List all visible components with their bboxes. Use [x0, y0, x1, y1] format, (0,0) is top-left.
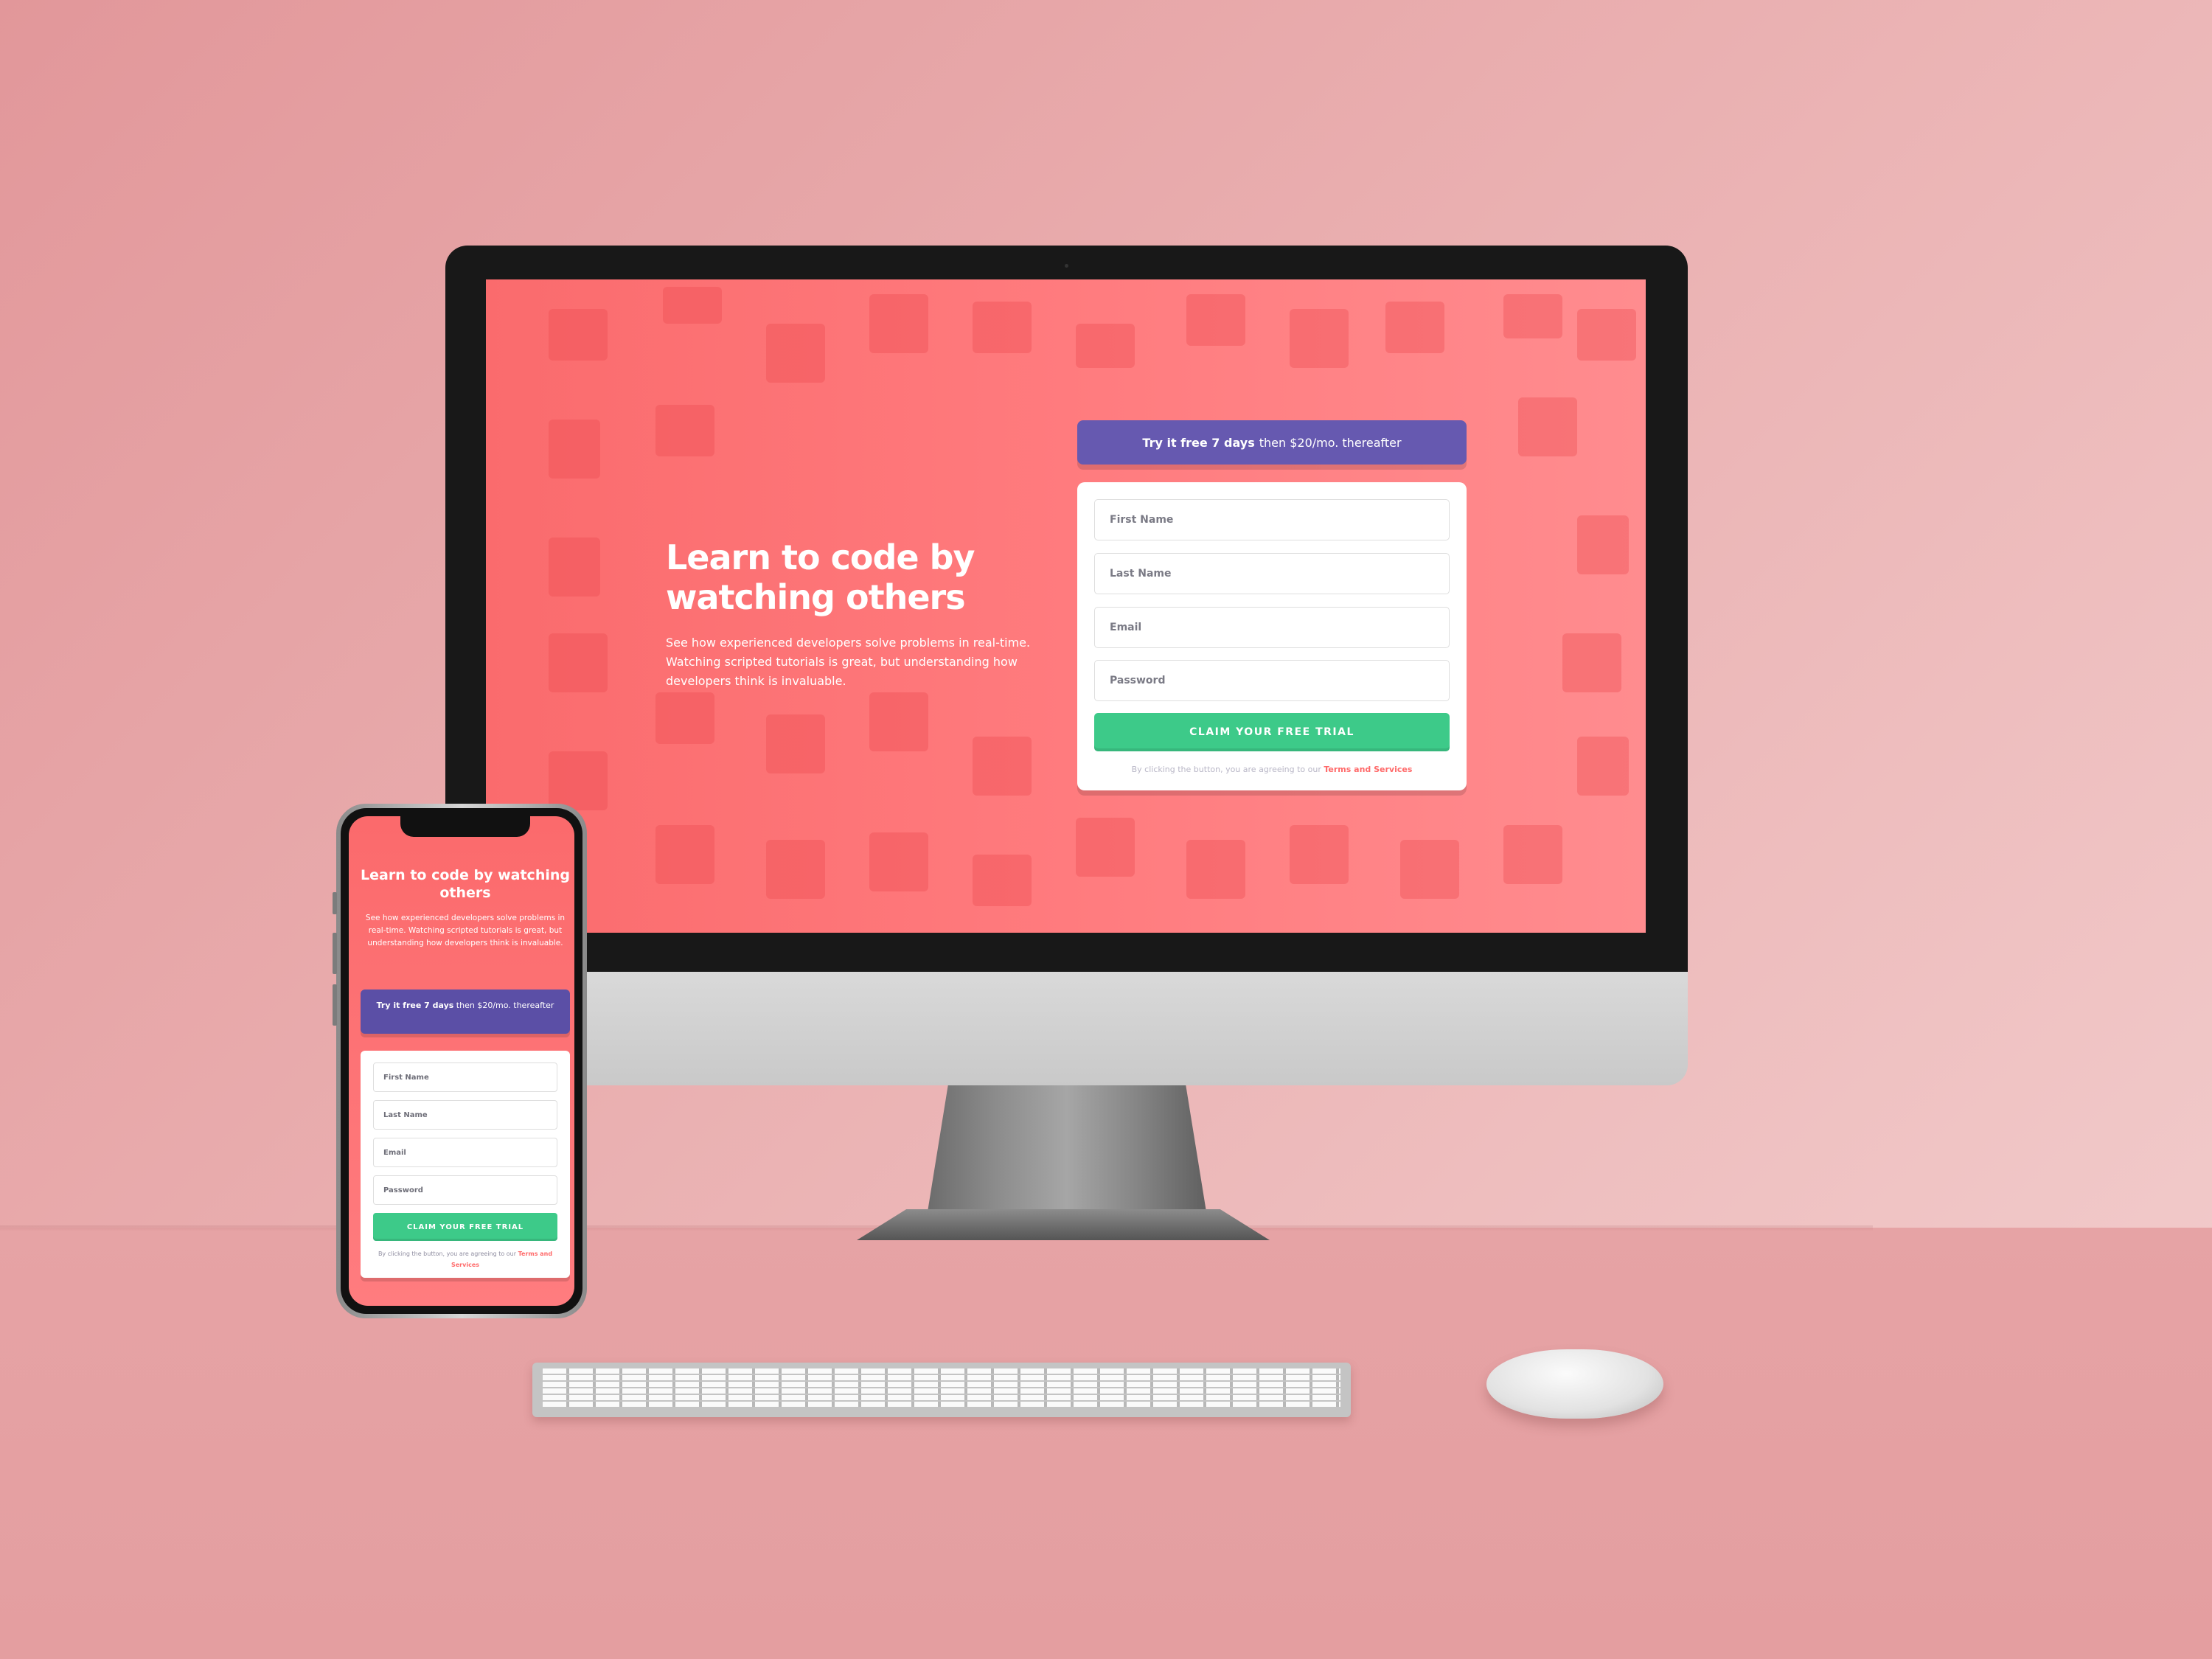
signup-form-card: First Name Last Name Email Password CLAI… [1077, 482, 1467, 790]
trial-promo-banner: Try it free 7 days then $20/mo. thereaft… [1077, 420, 1467, 465]
legal-text: By clicking the button, you are agreeing… [1131, 765, 1321, 774]
last-name-placeholder: Last Name [1110, 568, 1172, 580]
first-name-field[interactable]: First Name [1094, 499, 1450, 540]
terms-link[interactable]: Terms and Services [1324, 765, 1412, 774]
desktop-screen: Learn to code by watching others See how… [486, 279, 1646, 933]
email-placeholder: Email [1110, 622, 1142, 633]
last-name-field[interactable]: Last Name [1094, 553, 1450, 594]
desk-surface [0, 1228, 2212, 1659]
monitor-stand [925, 1085, 1208, 1225]
mobile-promo-bold-text: Try it free 7 days [376, 1001, 454, 1010]
mobile-email-field[interactable]: Email [373, 1138, 557, 1167]
promo-rest-text: then $20/mo. thereafter [1259, 435, 1402, 450]
mobile-screen: Learn to code by watching others See how… [349, 816, 574, 1306]
mobile-legal-notice: By clicking the button, you are agreeing… [375, 1248, 555, 1270]
mobile-signup-form-card: First Name Last Name Email Password CLAI… [361, 1051, 570, 1278]
mobile-hero-description: See how experienced developers solve pro… [365, 914, 566, 947]
hero-title: Learn to code by watching others [666, 538, 975, 617]
mobile-claim-free-trial-button[interactable]: CLAIM YOUR FREE TRIAL [373, 1213, 557, 1241]
mobile-promo-rest-text: then $20/mo. thereafter [456, 1001, 554, 1010]
phone-notch [400, 816, 530, 837]
hero-section: Learn to code by watching others See how… [666, 538, 1064, 691]
monitor-chin [445, 972, 1688, 1085]
phone-volume-down [333, 984, 337, 1026]
keyboard-icon [532, 1363, 1351, 1417]
password-field[interactable]: Password [1094, 660, 1450, 701]
camera-icon [1065, 264, 1068, 268]
phone-volume-up [333, 933, 337, 974]
mobile-password-field[interactable]: Password [373, 1175, 557, 1205]
password-placeholder: Password [1110, 675, 1166, 686]
phone-mute-switch [333, 892, 337, 914]
mobile-first-name-field[interactable]: First Name [373, 1062, 557, 1092]
promo-bold-text: Try it free 7 days [1142, 435, 1255, 450]
hero-description: See how experienced developers solve pro… [666, 636, 1031, 688]
email-field[interactable]: Email [1094, 607, 1450, 648]
mobile-password-placeholder: Password [383, 1186, 423, 1194]
monitor-foot [857, 1209, 1270, 1240]
first-name-placeholder: First Name [1110, 514, 1174, 526]
mouse-icon [1486, 1349, 1663, 1419]
keyboard-keys [543, 1368, 1340, 1408]
phone-device: Learn to code by watching others See how… [333, 804, 587, 1318]
mobile-first-name-placeholder: First Name [383, 1073, 429, 1082]
mobile-last-name-field[interactable]: Last Name [373, 1100, 557, 1130]
mobile-email-placeholder: Email [383, 1148, 406, 1157]
mobile-trial-promo-banner: Try it free 7 days then $20/mo. thereaft… [361, 990, 570, 1034]
legal-notice: By clicking the button, you are agreeing… [1077, 765, 1467, 774]
mobile-legal-text: By clicking the button, you are agreeing… [378, 1251, 517, 1257]
claim-free-trial-button[interactable]: CLAIM YOUR FREE TRIAL [1094, 713, 1450, 751]
mobile-last-name-placeholder: Last Name [383, 1110, 428, 1119]
mobile-hero-title: Learn to code by watching others [361, 867, 570, 901]
